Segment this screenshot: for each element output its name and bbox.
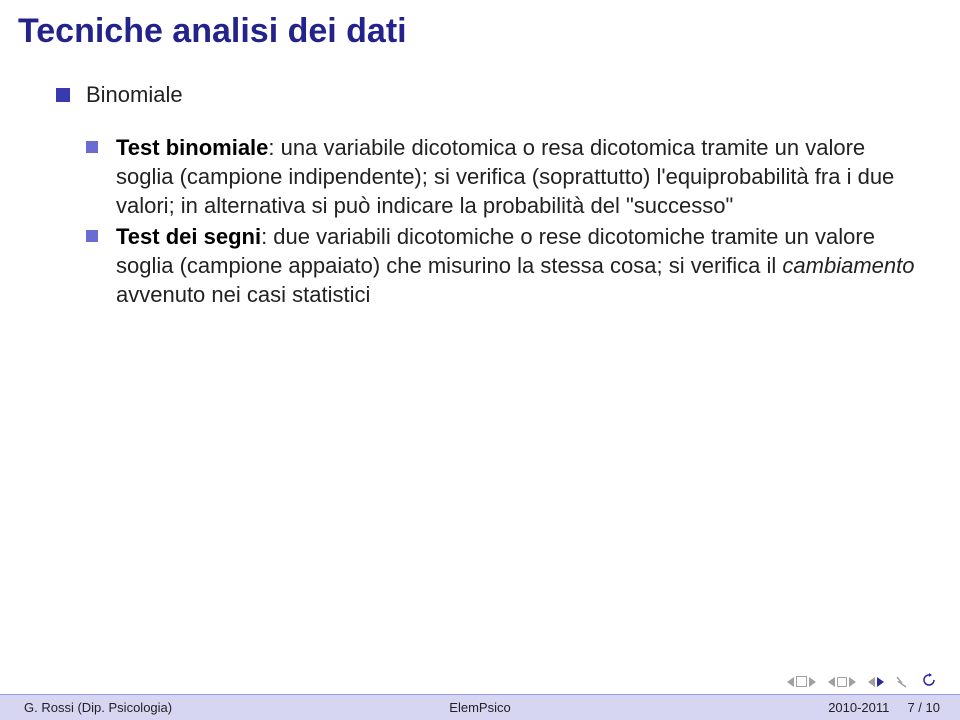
nav-zigzag[interactable] xyxy=(896,676,910,688)
triangle-left-icon xyxy=(868,677,875,687)
square-bullet-icon xyxy=(86,230,98,242)
bullet-level1: Binomiale xyxy=(56,80,920,109)
level2-block: Test binomiale: una variabile dicotomica… xyxy=(86,133,920,309)
slide-title: Tecniche analisi dei dati xyxy=(18,12,407,51)
nav-prev[interactable] xyxy=(828,677,856,687)
nav-controls xyxy=(787,673,936,690)
bullet-level2: Test dei segni: due variabili dicotomich… xyxy=(86,222,920,309)
footer-page: 7 / 10 xyxy=(907,700,940,715)
triangle-right-icon xyxy=(877,677,884,687)
slide: Tecniche analisi dei dati Binomiale Test… xyxy=(0,0,960,720)
triangle-left-icon xyxy=(787,677,794,687)
sub1-label: Test binomiale xyxy=(116,135,268,160)
triangle-right-icon xyxy=(809,677,816,687)
content-area: Binomiale Test binomiale: una variabile … xyxy=(56,80,920,311)
footer-right-group: 2010-2011 7 / 10 xyxy=(828,700,940,715)
level1-text: Binomiale xyxy=(86,82,183,107)
page-icon xyxy=(837,677,847,687)
bullet-level2: Test binomiale: una variabile dicotomica… xyxy=(86,133,920,220)
square-icon xyxy=(796,676,807,687)
footer-bar: G. Rossi (Dip. Psicologia) ElemPsico 201… xyxy=(0,694,960,720)
square-bullet-icon xyxy=(86,141,98,153)
zigzag-icon xyxy=(896,676,910,688)
sub2-italic: cambiamento xyxy=(782,253,914,278)
triangle-left-icon xyxy=(828,677,835,687)
loop-icon xyxy=(922,673,936,690)
footer-year: 2010-2011 xyxy=(828,700,889,715)
sub2-text-b: avvenuto nei casi statistici xyxy=(116,282,370,307)
footer-title: ElemPsico xyxy=(449,700,510,715)
footer-author: G. Rossi (Dip. Psicologia) xyxy=(24,700,172,715)
nav-back[interactable] xyxy=(868,677,884,687)
square-bullet-icon xyxy=(56,88,70,102)
nav-refresh[interactable] xyxy=(922,673,936,690)
sub2-label: Test dei segni xyxy=(116,224,261,249)
triangle-right-icon xyxy=(849,677,856,687)
nav-first[interactable] xyxy=(787,676,816,687)
